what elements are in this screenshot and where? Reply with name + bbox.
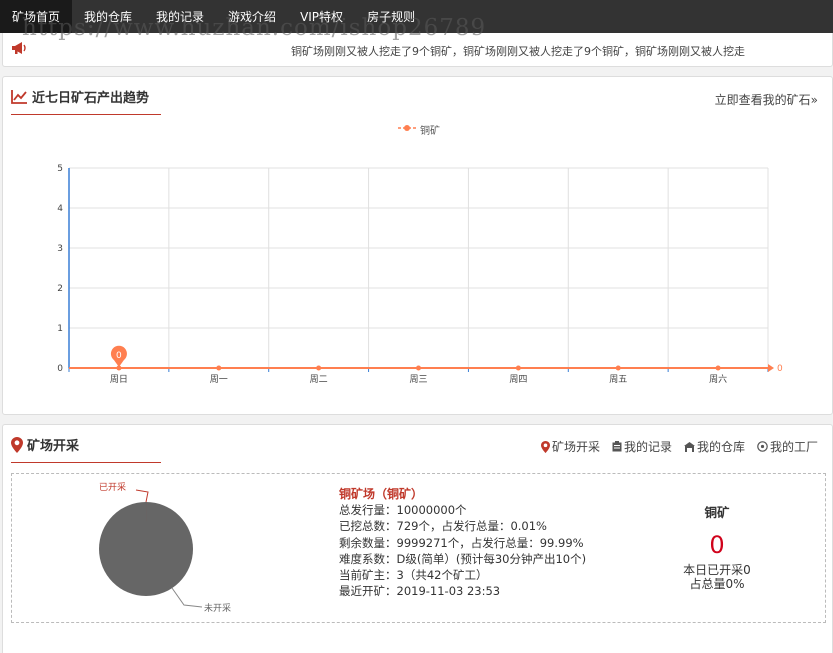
mine-info-line: 总发行量：10000000个 (339, 503, 467, 518)
y-tick-label: 3 (57, 244, 63, 254)
megaphone-icon (11, 40, 29, 60)
series-point (515, 365, 521, 371)
markpoint-label: 0 (116, 351, 122, 361)
mine-info-line: 难度系数：D级(简单）(预计每30分钟产出10个) (339, 551, 587, 566)
mine-link-mining-label: 矿场开采 (551, 440, 600, 454)
mining-pie-chart: 已开采 未开采 (99, 482, 231, 614)
mine-link-records-label: 我的记录 (623, 440, 672, 454)
x-tick-label: 周二 (310, 374, 328, 385)
trend-line-chart: 0 1 2 3 4 5 周日 周一 周二 周三 周四 周五 周六 0 0 (57, 164, 783, 385)
today-summary: 铜矿 0 本日已开采0 占总量0% (652, 502, 782, 591)
x-tick-label: 周五 (609, 374, 627, 385)
mine-info-line: 剩余数量：9999271个，占发行总量：99.99% (339, 535, 584, 550)
series-point (216, 365, 222, 371)
pie-label-mined: 已开采 (99, 482, 126, 493)
nav-item[interactable]: 游戏介绍 (216, 0, 288, 33)
x-tick-label: 周六 (709, 373, 727, 385)
trend-panel: 近七日矿石产出趋势 立即查看我的矿石» 铜矿 0 1 2 3 4 5 周日 周一 周二 周三 周四周… (2, 76, 833, 415)
mine-title-text: 矿场开采 (27, 439, 80, 454)
today-mined-count: 0 (709, 531, 725, 559)
series-point (615, 365, 621, 371)
mine-link-warehouse[interactable]: 我的仓库 (683, 438, 745, 455)
mine-link-factory-label: 我的工厂 (769, 440, 818, 454)
mine-panel: 矿场开采 矿场开采 我的记录 我的仓库 我的工厂 已开采 未开采 铜矿场（铜矿）… (2, 424, 833, 653)
nav-item[interactable]: 房子规则 (355, 0, 427, 33)
mine-link-records[interactable]: 我的记录 (612, 438, 672, 455)
x-tick-label: 周三 (409, 374, 427, 385)
notice-text: 铜矿场刚刚又被人挖走了9个铜矿，铜矿场刚刚又被人挖走了9个铜矿，铜矿场刚刚又被人… (291, 45, 745, 58)
nav-item[interactable]: VIP特权 (288, 0, 355, 33)
series-point (316, 365, 322, 371)
mine-name: 铜矿场（铜矿） (339, 487, 424, 501)
mine-info-line: 当前矿主：3（共42个矿工） (339, 568, 488, 583)
x-tick-label: 周一 (210, 374, 228, 385)
mine-info: 铜矿场（铜矿） 总发行量：10000000个 已挖总数：729个，占发行总量：0… (339, 486, 586, 599)
mine-info-line: 已挖总数：729个，占发行总量：0.01% (339, 519, 547, 534)
clipboard-icon (612, 441, 622, 452)
y-tick-label: 4 (57, 204, 63, 214)
nav-item[interactable]: 矿场首页 (0, 0, 73, 33)
x-tick-label: 周四 (509, 374, 527, 385)
factory-icon (757, 441, 768, 452)
today-ore-name: 铜矿 (704, 505, 730, 520)
series-end-arrow (768, 364, 774, 372)
warehouse-icon (683, 441, 695, 452)
y-tick-label: 1 (57, 324, 63, 334)
mine-title-underline (11, 462, 161, 463)
x-tick-label: 周日 (110, 374, 128, 385)
mine-title: 矿场开采 (11, 435, 79, 454)
pie-label-line-unmined (171, 587, 203, 608)
pie-label-unmined: 未开采 (204, 602, 231, 614)
y-tick-label: 5 (57, 164, 63, 174)
y-tick-label: 0 (57, 364, 63, 374)
top-nav: 矿场首页 我的仓库 我的记录 游戏介绍 VIP特权 房子规则 (0, 0, 833, 33)
series-point (416, 365, 421, 371)
today-share-text: 占总量0% (689, 577, 745, 591)
notice-bar: 铜矿场刚刚又被人挖走了9个铜矿，铜矿场刚刚又被人挖走了9个铜矿，铜矿场刚刚又被人… (2, 33, 833, 67)
nav-item[interactable]: 我的仓库 (72, 0, 144, 33)
map-pin-icon (540, 440, 550, 453)
pie-label-line-mined (135, 489, 149, 503)
y-tick-label: 2 (57, 284, 63, 294)
today-mined-text: 本日已开采0 (683, 563, 751, 577)
mine-link-warehouse-label: 我的仓库 (696, 440, 745, 454)
map-pin-icon (11, 436, 23, 453)
mine-link-mining[interactable]: 矿场开采 (540, 438, 600, 455)
mine-links: 矿场开采 我的记录 我的仓库 我的工厂 (529, 438, 818, 455)
nav-item[interactable]: 我的记录 (144, 0, 216, 33)
series-end-label: 0 (777, 364, 783, 374)
mine-link-factory[interactable]: 我的工厂 (757, 438, 818, 455)
mine-card: 已开采 未开采 铜矿场（铜矿） 总发行量：10000000个 已挖总数：729个… (11, 473, 826, 623)
mine-info-line: 最近开矿：2019-11-03 23:53 (339, 584, 501, 599)
series-point (715, 365, 721, 371)
